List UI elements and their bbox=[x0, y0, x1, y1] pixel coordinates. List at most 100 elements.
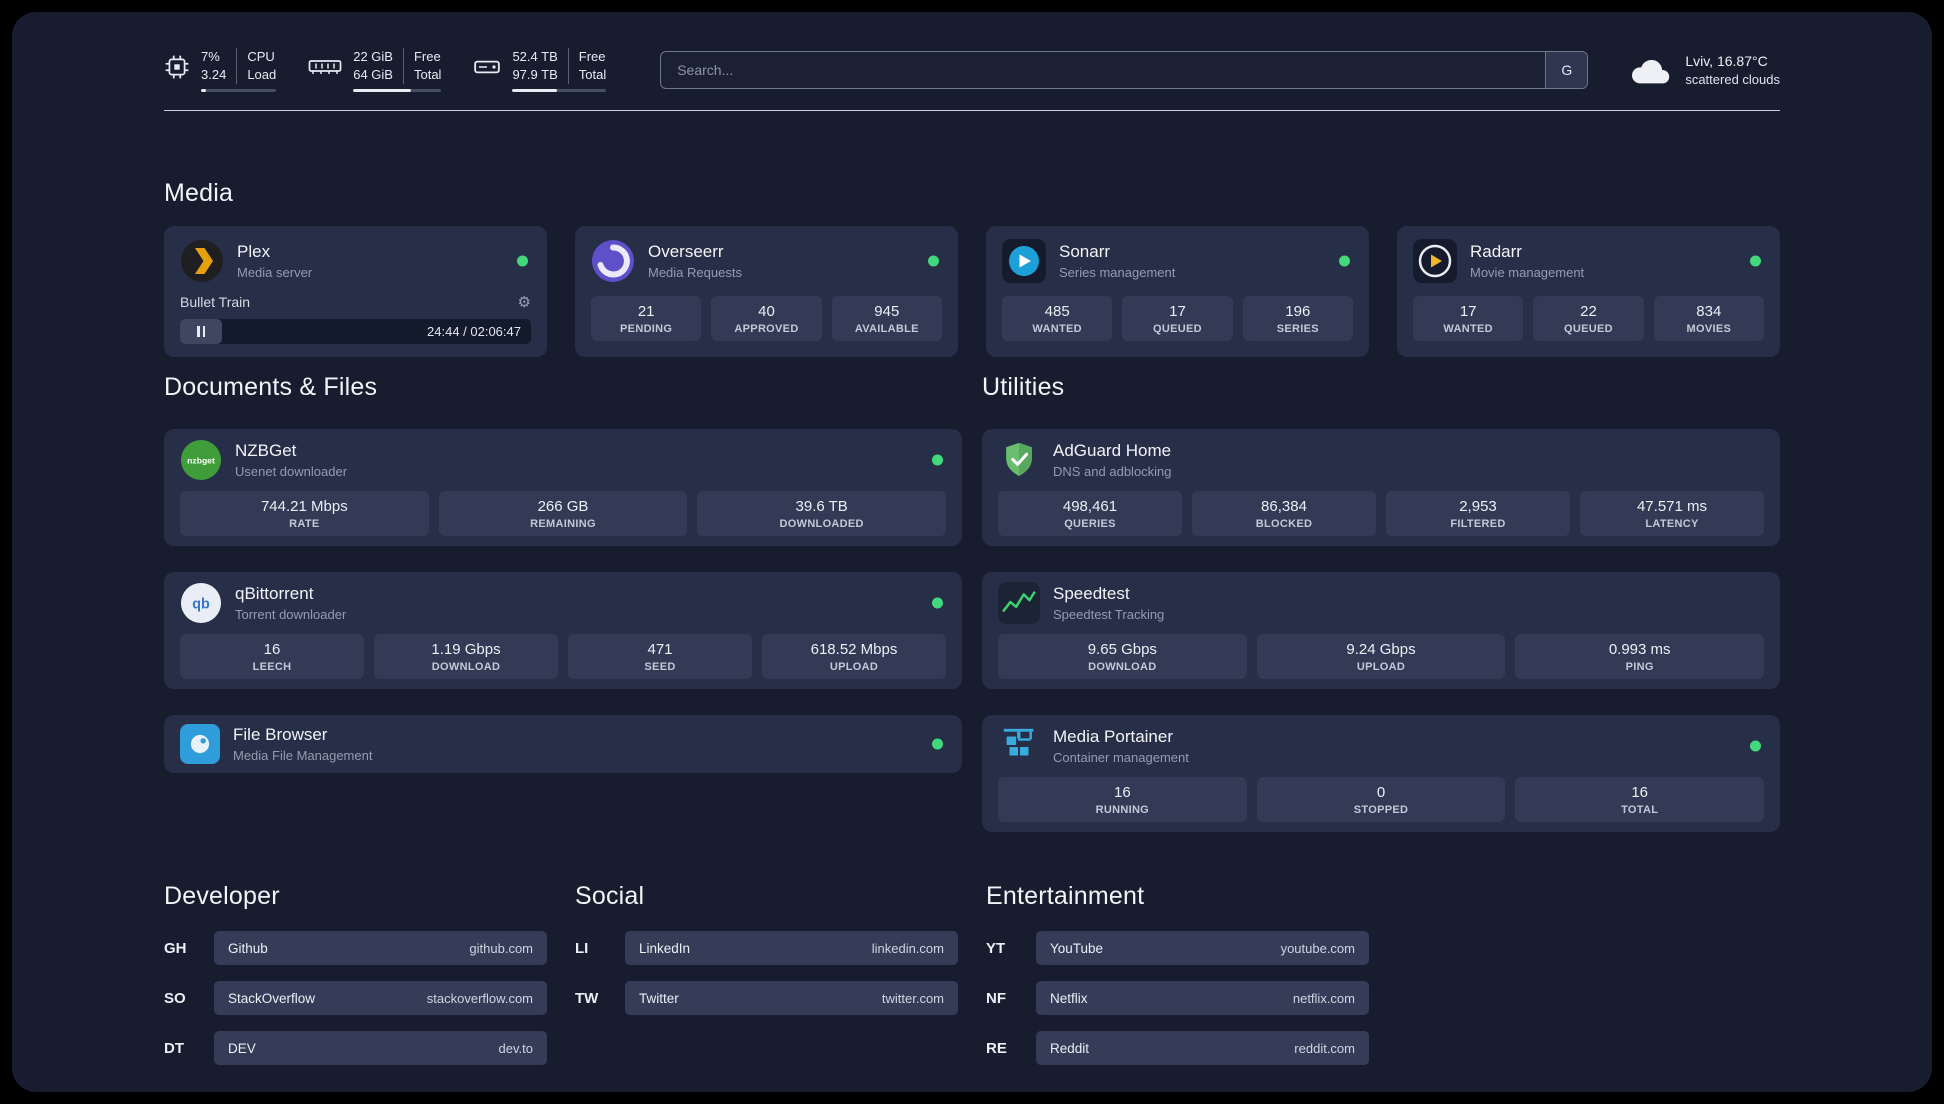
service-card-adguard[interactable]: AdGuard Home DNS and adblocking 498,461 Q… bbox=[982, 429, 1780, 546]
section-title-entertainment: Entertainment bbox=[986, 882, 1145, 910]
cpu-percent: 7% bbox=[201, 49, 220, 65]
cpu-usage-bar bbox=[201, 88, 277, 92]
stat-tile: 21 PENDING bbox=[591, 296, 702, 341]
stat-tile: 1.19 Gbps DOWNLOAD bbox=[374, 634, 558, 679]
playback-time: 24:44 / 02:06:47 bbox=[427, 324, 521, 339]
service-subtitle: Media server bbox=[237, 265, 313, 280]
service-name: Speedtest bbox=[1053, 584, 1130, 603]
search-bar[interactable]: G bbox=[660, 51, 1589, 89]
svg-text:nzbget: nzbget bbox=[187, 455, 215, 465]
dashboard: 7% 3.24 CPU Load 22 GiB 64 GiB Free Tota… bbox=[12, 12, 1932, 1092]
section-title-utilities: Utilities bbox=[982, 373, 1065, 401]
stat-tile: 498,461 QUERIES bbox=[998, 491, 1182, 536]
service-name: qBittorrent bbox=[235, 584, 314, 603]
bookmark-url: youtube.com bbox=[1280, 940, 1355, 956]
service-card-filebrowser[interactable]: File Browser Media File Management bbox=[164, 715, 962, 773]
bookmark-youtube[interactable]: YT YouTube youtube.com bbox=[986, 931, 1369, 965]
stat-tile: 9.65 Gbps DOWNLOAD bbox=[998, 634, 1247, 679]
bookmark-url: dev.to bbox=[498, 1040, 533, 1056]
stat-tile: 17 QUEUED bbox=[1122, 296, 1233, 341]
service-name: Overseerr bbox=[648, 242, 724, 261]
service-card-nzbget[interactable]: nzbget NZBGet Usenet downloader 744.21 M… bbox=[164, 429, 962, 546]
service-card-sonarr[interactable]: Sonarr Series management 485 WANTED 17 QUE… bbox=[986, 226, 1369, 357]
service-subtitle: Container management bbox=[1053, 750, 1189, 765]
bookmark-abbr: LI bbox=[575, 939, 589, 957]
status-dot bbox=[932, 738, 943, 750]
bookmark-url: github.com bbox=[469, 940, 533, 956]
memory-label-bottom: Total bbox=[413, 67, 442, 82]
bookmark-netflix[interactable]: NF Netflix netflix.com bbox=[986, 981, 1369, 1015]
radarr-icon bbox=[1413, 239, 1457, 283]
stat-tile: 485 WANTED bbox=[1002, 296, 1113, 341]
topbar-divider bbox=[164, 110, 1780, 111]
status-dot bbox=[932, 597, 943, 609]
section-title-social: Social bbox=[575, 882, 645, 910]
stat-tile: 196 SERIES bbox=[1242, 296, 1353, 341]
speedtest-icon bbox=[998, 582, 1040, 624]
status-dot bbox=[932, 454, 943, 466]
service-subtitle: Movie management bbox=[1470, 265, 1585, 280]
bookmark-name: Twitter bbox=[639, 990, 679, 1006]
nzbget-icon: nzbget bbox=[180, 439, 222, 481]
service-card-qbittorrent[interactable]: qb qBittorrent Torrent downloader 16 LEEC… bbox=[164, 572, 962, 689]
disk-icon bbox=[473, 54, 501, 80]
weather-condition: scattered clouds bbox=[1685, 72, 1780, 87]
service-card-radarr[interactable]: Radarr Movie management 17 WANTED 22 QUEUE… bbox=[1397, 226, 1780, 357]
section-title-documents: Documents & Files bbox=[164, 373, 378, 401]
search-input[interactable] bbox=[661, 52, 1546, 88]
portainer-icon bbox=[998, 725, 1040, 767]
bookmarks-developer: Developer GH Github github.com SO StackOv… bbox=[164, 882, 547, 1065]
disk-usage-bar bbox=[512, 88, 607, 92]
memory-label-top: Free bbox=[413, 49, 441, 65]
bookmarks-entertainment: Entertainment YT YouTube youtube.com NF N… bbox=[986, 882, 1369, 1065]
stat-tile: 39.6 TB DOWNLOADED bbox=[697, 491, 947, 536]
disk-monitor: 52.4 TB 97.9 TB Free Total bbox=[473, 48, 607, 92]
bookmark-linkedin[interactable]: LI LinkedIn linkedin.com bbox=[575, 931, 958, 965]
memory-total-value: 64 GiB bbox=[353, 67, 393, 82]
playback-progress-bar[interactable]: 24:44 / 02:06:47 bbox=[180, 319, 531, 344]
weather-location: Lviv, 16.87°C bbox=[1685, 53, 1768, 69]
disk-total-value: 97.9 TB bbox=[512, 67, 558, 82]
service-card-portainer[interactable]: Media Portainer Container management 16 R… bbox=[982, 715, 1780, 832]
stat-tile: 9.24 Gbps UPLOAD bbox=[1256, 634, 1506, 679]
bookmark-github[interactable]: GH Github github.com bbox=[164, 931, 547, 965]
plex-icon bbox=[180, 239, 224, 283]
stat-tile: 17 WANTED bbox=[1413, 296, 1524, 341]
search-provider-button[interactable]: G bbox=[1545, 52, 1588, 88]
cpu-monitor: 7% 3.24 CPU Load bbox=[164, 48, 277, 92]
pause-button[interactable] bbox=[180, 319, 222, 344]
stat-tile: 744.21 Mbps RATE bbox=[180, 491, 429, 536]
status-dot bbox=[928, 255, 939, 267]
stat-tile: 16 RUNNING bbox=[998, 777, 1247, 822]
bookmarks-social: Social LI LinkedIn linkedin.com TW Twitte… bbox=[575, 882, 958, 1065]
stat-tile: 22 QUEUED bbox=[1533, 296, 1644, 341]
bookmark-dev[interactable]: DT DEV dev.to bbox=[164, 1031, 547, 1065]
stat-tile: 40 APPROVED bbox=[711, 296, 822, 341]
cpu-load-value: 3.24 bbox=[201, 67, 227, 82]
overseerr-icon bbox=[591, 239, 635, 283]
stat-tile: 266 GB REMAINING bbox=[438, 491, 688, 536]
gear-icon[interactable] bbox=[518, 293, 531, 311]
service-card-overseerr[interactable]: Overseerr Media Requests 21 PENDING 40 APP… bbox=[575, 226, 958, 357]
service-subtitle: Speedtest Tracking bbox=[1053, 607, 1165, 622]
stat-tile: 834 MOVIES bbox=[1653, 296, 1764, 341]
stat-tile: 16 TOTAL bbox=[1515, 777, 1765, 822]
svg-text:qb: qb bbox=[192, 596, 210, 612]
media-section: Plex Media server Bullet Train 24:44 / 0… bbox=[164, 226, 1780, 357]
bookmark-stackoverflow[interactable]: SO StackOverflow stackoverflow.com bbox=[164, 981, 547, 1015]
bookmark-name: Reddit bbox=[1050, 1040, 1090, 1056]
bookmark-abbr: YT bbox=[986, 939, 1006, 957]
service-card-plex[interactable]: Plex Media server Bullet Train 24:44 / 0… bbox=[164, 226, 547, 357]
bookmark-url: netflix.com bbox=[1292, 990, 1355, 1006]
memory-monitor: 22 GiB 64 GiB Free Total bbox=[308, 48, 442, 92]
bookmark-twitter[interactable]: TW Twitter twitter.com bbox=[575, 981, 958, 1015]
service-name: Media Portainer bbox=[1053, 727, 1174, 746]
bookmark-reddit[interactable]: RE Reddit reddit.com bbox=[986, 1031, 1369, 1065]
status-dot bbox=[1339, 255, 1350, 267]
service-card-speedtest[interactable]: Speedtest Speedtest Tracking 9.65 Gbps DO… bbox=[982, 572, 1780, 689]
qbittorrent-icon: qb bbox=[180, 582, 222, 624]
stat-tile: 86,384 BLOCKED bbox=[1192, 491, 1376, 536]
stat-tile: 471 SEED bbox=[568, 634, 752, 679]
bookmark-abbr: RE bbox=[986, 1039, 1007, 1057]
bookmark-abbr: SO bbox=[164, 989, 186, 1007]
